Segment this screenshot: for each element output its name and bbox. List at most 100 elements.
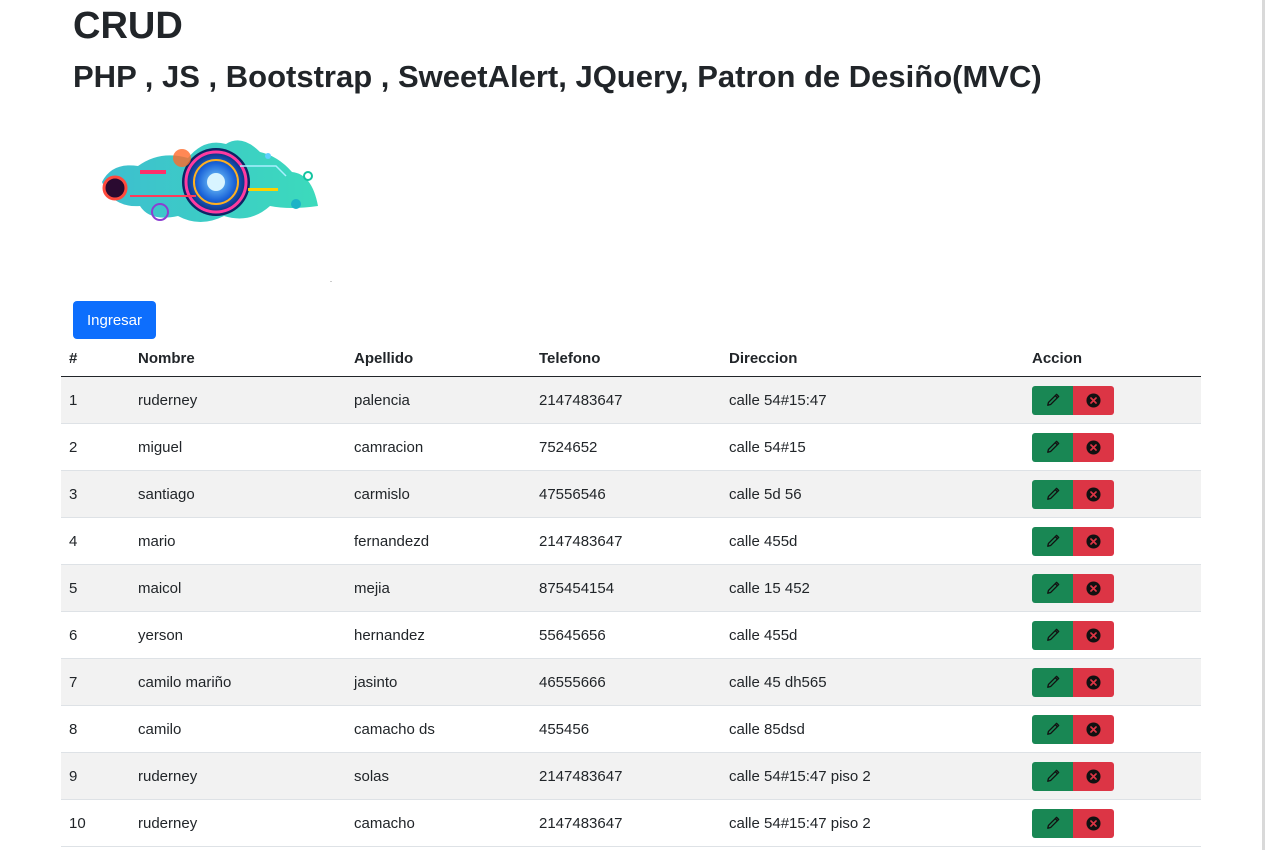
cell-apellido: solas bbox=[346, 752, 531, 800]
pencil-icon bbox=[1046, 675, 1059, 688]
edit-button[interactable] bbox=[1032, 620, 1073, 650]
cell-direccion: calle 54#15:47 piso 2 bbox=[721, 752, 1024, 800]
x-circle-icon bbox=[1086, 392, 1101, 408]
cell-nombre: miguel bbox=[130, 423, 346, 471]
column-header-apellido: Apellido bbox=[346, 340, 531, 377]
delete-button[interactable] bbox=[1073, 385, 1114, 415]
cell-apellido: jasinto bbox=[346, 658, 531, 706]
edit-button[interactable] bbox=[1032, 479, 1073, 509]
delete-button[interactable] bbox=[1073, 761, 1114, 791]
cell-nombre: mario bbox=[130, 517, 346, 565]
cell-telefono: 875454154 bbox=[531, 564, 721, 612]
cell-direccion: calle 45 dh565 bbox=[721, 658, 1024, 706]
delete-button[interactable] bbox=[1073, 526, 1114, 556]
cell-telefono: 55645656 bbox=[531, 611, 721, 659]
table-row: 4 mario fernandezd 2147483647 calle 455d bbox=[61, 517, 1201, 565]
edit-button[interactable] bbox=[1032, 573, 1073, 603]
cell-accion bbox=[1024, 376, 1201, 424]
cell-direccion: calle 455d bbox=[721, 611, 1024, 659]
table-row: 9 ruderney solas 2147483647 calle 54#15:… bbox=[61, 752, 1201, 800]
action-button-group bbox=[1032, 761, 1193, 791]
cell-accion bbox=[1024, 611, 1201, 659]
cell-direccion: calle 54#15:47 piso 2 bbox=[721, 799, 1024, 847]
cell-apellido: mejia bbox=[346, 564, 531, 612]
cell-telefono: 455456 bbox=[531, 705, 721, 753]
pencil-icon bbox=[1046, 581, 1059, 594]
edit-button[interactable] bbox=[1032, 808, 1073, 838]
cell-direccion: calle 5d 56 bbox=[721, 470, 1024, 518]
column-header-telefono: Telefono bbox=[531, 340, 721, 377]
edit-button[interactable] bbox=[1032, 526, 1073, 556]
cell-telefono: 7524652 bbox=[531, 423, 721, 471]
delete-button[interactable] bbox=[1073, 479, 1114, 509]
cell-accion bbox=[1024, 705, 1201, 753]
cell-number: 6 bbox=[61, 611, 130, 659]
edit-button[interactable] bbox=[1032, 761, 1073, 791]
delete-button[interactable] bbox=[1073, 620, 1114, 650]
cell-nombre: maicol bbox=[130, 564, 346, 612]
table-row: 5 maicol mejia 875454154 calle 15 452 bbox=[61, 564, 1201, 612]
edit-button[interactable] bbox=[1032, 667, 1073, 697]
action-button-group bbox=[1032, 526, 1193, 556]
cell-direccion: calle 15 452 bbox=[721, 564, 1024, 612]
cell-apellido: palencia bbox=[346, 376, 531, 424]
cell-nombre: camilo mariño bbox=[130, 658, 346, 706]
page-title: CRUD bbox=[73, 5, 183, 47]
edit-button[interactable] bbox=[1032, 432, 1073, 462]
cell-number: 9 bbox=[61, 752, 130, 800]
cell-apellido: camacho bbox=[346, 799, 531, 847]
cell-accion bbox=[1024, 564, 1201, 612]
action-button-group bbox=[1032, 385, 1193, 415]
table-row: 6 yerson hernandez 55645656 calle 455d bbox=[61, 611, 1201, 659]
edit-button[interactable] bbox=[1032, 714, 1073, 744]
cell-apellido: camracion bbox=[346, 423, 531, 471]
delete-button[interactable] bbox=[1073, 432, 1114, 462]
pencil-icon bbox=[1046, 393, 1059, 406]
cell-accion bbox=[1024, 658, 1201, 706]
cell-direccion: calle 54#15:47 bbox=[721, 376, 1024, 424]
action-button-group bbox=[1032, 714, 1193, 744]
cell-telefono: 47556546 bbox=[531, 470, 721, 518]
cell-nombre: yerson bbox=[130, 611, 346, 659]
cell-number: 10 bbox=[61, 799, 130, 847]
cell-apellido: carmislo bbox=[346, 470, 531, 518]
cell-direccion: calle 54#15 bbox=[721, 423, 1024, 471]
pencil-icon bbox=[1046, 769, 1059, 782]
x-circle-icon bbox=[1086, 815, 1101, 831]
table-header-row: # Nombre Apellido Telefono Direccion Acc… bbox=[61, 340, 1201, 377]
pencil-icon bbox=[1046, 534, 1059, 547]
decorative-dot bbox=[330, 281, 332, 282]
cell-telefono: 2147483647 bbox=[531, 376, 721, 424]
delete-button[interactable] bbox=[1073, 667, 1114, 697]
table-row: 10 ruderney camacho 2147483647 calle 54#… bbox=[61, 799, 1201, 847]
cell-number: 2 bbox=[61, 423, 130, 471]
pencil-icon bbox=[1046, 816, 1059, 829]
tech-collage-logo bbox=[100, 136, 322, 228]
cell-telefono: 2147483647 bbox=[531, 752, 721, 800]
delete-button[interactable] bbox=[1073, 573, 1114, 603]
cell-accion bbox=[1024, 423, 1201, 471]
cell-apellido: hernandez bbox=[346, 611, 531, 659]
cell-direccion: calle 455d bbox=[721, 517, 1024, 565]
ingresar-button[interactable]: Ingresar bbox=[73, 301, 156, 339]
cell-number: 1 bbox=[61, 376, 130, 424]
column-header-direccion: Direccion bbox=[721, 340, 1024, 377]
x-circle-icon bbox=[1086, 768, 1101, 784]
pencil-icon bbox=[1046, 628, 1059, 641]
table-row: 3 santiago carmislo 47556546 calle 5d 56 bbox=[61, 470, 1201, 518]
delete-button[interactable] bbox=[1073, 714, 1114, 744]
x-circle-icon bbox=[1086, 486, 1101, 502]
cell-direccion: calle 85dsd bbox=[721, 705, 1024, 753]
users-table: # Nombre Apellido Telefono Direccion Acc… bbox=[61, 340, 1201, 847]
cell-nombre: ruderney bbox=[130, 752, 346, 800]
cell-telefono: 2147483647 bbox=[531, 799, 721, 847]
edit-button[interactable] bbox=[1032, 385, 1073, 415]
cell-accion bbox=[1024, 517, 1201, 565]
cell-nombre: ruderney bbox=[130, 376, 346, 424]
cell-number: 8 bbox=[61, 705, 130, 753]
pencil-icon bbox=[1046, 722, 1059, 735]
pencil-icon bbox=[1046, 440, 1059, 453]
cell-telefono: 2147483647 bbox=[531, 517, 721, 565]
action-button-group bbox=[1032, 667, 1193, 697]
delete-button[interactable] bbox=[1073, 808, 1114, 838]
